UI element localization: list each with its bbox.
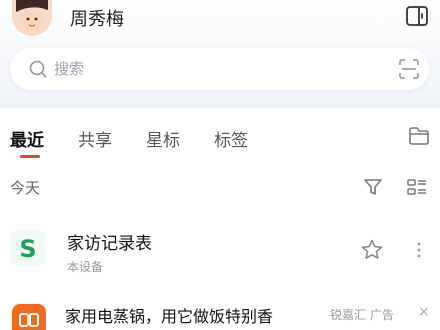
header-area: 周秀梅 (0, 0, 440, 108)
avatar[interactable] (12, 0, 52, 36)
search-bar[interactable] (10, 48, 429, 90)
tab-recent[interactable]: 最近 (10, 126, 44, 151)
ad-item[interactable]: 家用电蒸锅，用它做饭特别香 锐嘉汇 广告 × (0, 296, 440, 330)
scan-icon[interactable] (398, 58, 420, 80)
ad-close-button[interactable]: × (418, 304, 430, 320)
search-input[interactable] (54, 48, 374, 90)
ad-source: 锐嘉汇 广告 (330, 308, 394, 322)
folder-icon[interactable] (408, 126, 430, 146)
app-icon (12, 304, 46, 330)
star-icon[interactable] (360, 238, 384, 262)
tab-starred[interactable]: 星标 (146, 126, 180, 151)
sheet-file-icon: S (10, 230, 46, 266)
filter-icon[interactable] (362, 176, 384, 198)
file-list-item[interactable]: S 家访记录表 本设备 (0, 218, 440, 282)
app-screen: 周秀梅 搜索 最近 共享 星标 标签 今天 S 家访记录表 本设备 家用电蒸锅，… (0, 0, 440, 330)
file-title: 家访记录表 (67, 234, 152, 254)
sidebar-toggle-icon[interactable] (405, 5, 429, 27)
tab-shared[interactable]: 共享 (78, 126, 112, 151)
search-icon (28, 59, 48, 79)
tab-tags[interactable]: 标签 (214, 126, 248, 151)
sheet-file-icon-letter: S (19, 235, 36, 263)
section-label: 今天 (10, 179, 41, 197)
ad-title: 家用电蒸锅，用它做饭特别香 (65, 307, 274, 326)
username[interactable]: 周秀梅 (70, 5, 124, 31)
file-location: 本设备 (67, 260, 104, 274)
active-tab-indicator (20, 155, 40, 158)
more-options-icon[interactable] (416, 240, 422, 260)
list-view-icon[interactable] (405, 176, 429, 198)
